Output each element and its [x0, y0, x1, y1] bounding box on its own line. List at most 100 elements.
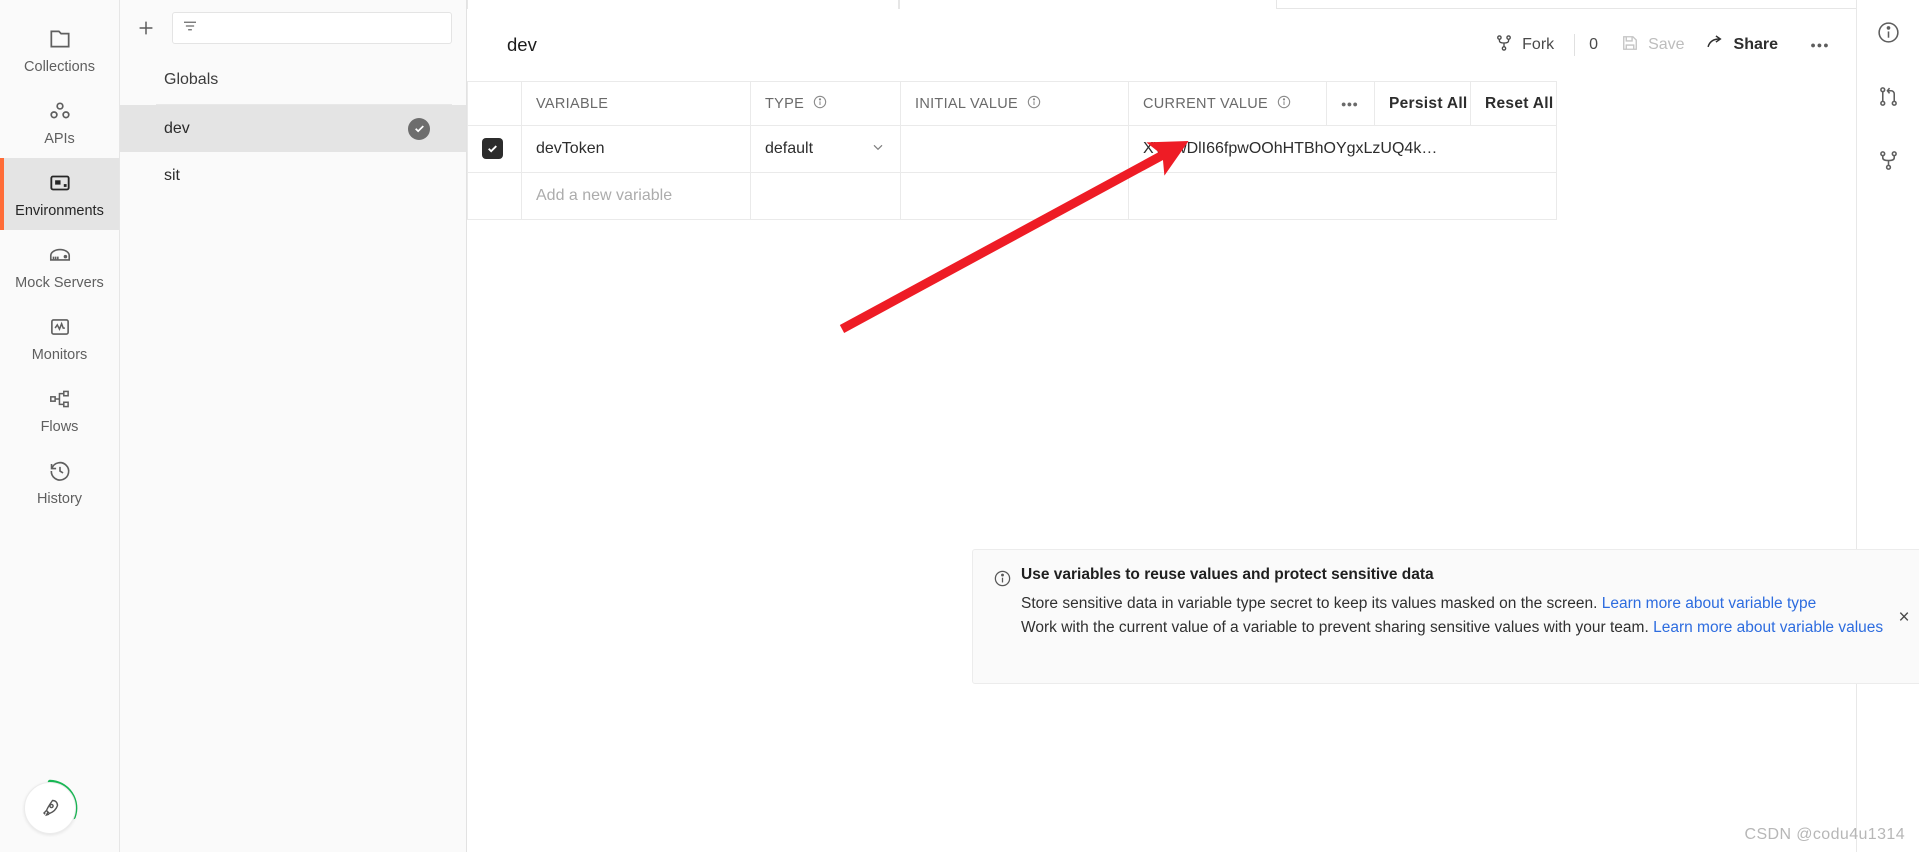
info-banner-line-1-text: Store sensitive data in variable type se… [1021, 595, 1602, 612]
tab-strip [467, 0, 1856, 9]
flows-icon [47, 386, 73, 412]
tab-ghost[interactable] [899, 0, 1277, 9]
active-environment-check-icon[interactable] [408, 117, 430, 140]
info-banner-line-2-text: Work with the current value of a variabl… [1021, 618, 1654, 636]
info-banner-line-2: Work with the current value of a variabl… [1021, 616, 1889, 640]
share-icon [1705, 32, 1726, 58]
col-header-variable: VARIABLE [521, 81, 751, 126]
page-title: dev [507, 34, 537, 55]
sidebar-item-label: History [36, 490, 83, 507]
reset-all-button[interactable]: Reset All [1470, 81, 1557, 126]
header-more-button[interactable]: ●●● [1802, 30, 1838, 60]
row-enabled-cell [467, 125, 522, 173]
collections-icon [47, 26, 73, 52]
sidebar-item-environments[interactable]: Environments [0, 158, 119, 230]
new-environment-button[interactable] [130, 12, 162, 44]
sidebar-item-mock-servers[interactable]: Mock Servers [0, 230, 119, 302]
sidebar-item-history[interactable]: History [0, 446, 119, 518]
col-header-initial-value: INITIAL VALUE [900, 81, 1129, 126]
col-label: CURRENT VALUE [1143, 95, 1269, 112]
main-panel: dev Fork 0 Save Share ●●● VARIABLE TYPE … [467, 0, 1919, 852]
fork-button[interactable]: Fork [1484, 27, 1564, 64]
fork-icon [1494, 33, 1514, 58]
info-icon[interactable] [812, 94, 828, 114]
info-banner-line-1: Store sensitive data in variable type se… [1021, 592, 1889, 616]
new-row-current-value-cell[interactable] [1128, 172, 1557, 220]
environment-header: dev Fork 0 Save Share ●●● [467, 9, 1856, 81]
forks-button[interactable] [1869, 144, 1907, 182]
col-label: TYPE [765, 95, 805, 112]
initial-value-cell[interactable] [900, 125, 1129, 173]
left-activity-rail: Collections APIs Environments Mock Serve… [0, 0, 120, 852]
save-button[interactable]: Save [1610, 27, 1694, 64]
sidebar-item-collections[interactable]: Collections [0, 14, 119, 86]
mock-servers-icon [47, 242, 73, 268]
col-label: VARIABLE [536, 95, 609, 112]
history-icon [47, 458, 73, 484]
col-label: INITIAL VALUE [915, 95, 1019, 112]
list-toolbar [120, 0, 466, 56]
row-checkbox[interactable] [482, 138, 503, 159]
info-circle-icon [993, 566, 1017, 669]
rocket-icon [24, 782, 76, 834]
current-value-cell[interactable]: XVBwDlI66fpwOOhHTBhOYgxLzUQ4k… [1128, 125, 1557, 173]
fork-icon [1876, 148, 1901, 178]
close-icon[interactable]: × [1889, 566, 1919, 669]
filter-input[interactable] [172, 12, 452, 44]
info-icon[interactable] [1276, 94, 1292, 114]
new-row-type-cell[interactable] [750, 172, 901, 220]
pull-request-icon [1876, 84, 1901, 114]
sidebar-item-label: Environments [15, 202, 104, 219]
new-row-initial-value-cell[interactable] [900, 172, 1129, 220]
tab-ghost[interactable] [467, 0, 899, 9]
environment-label: dev [164, 119, 190, 137]
right-context-rail [1857, 0, 1919, 852]
environment-item-sit[interactable]: sit [120, 152, 466, 199]
sidebar-item-label: APIs [44, 130, 75, 147]
fork-count: 0 [1589, 36, 1599, 53]
environment-label: sit [164, 166, 180, 184]
sidebar-item-apis[interactable]: APIs [0, 86, 119, 158]
sidebar-item-flows[interactable]: Flows [0, 374, 119, 446]
info-banner: Use variables to reuse values and protec… [972, 549, 1919, 684]
pull-requests-button[interactable] [1869, 80, 1907, 118]
info-icon[interactable] [1026, 94, 1042, 114]
table-row-new: Add a new variable [467, 172, 1557, 220]
table-row: devToken default XVBwDlI66fpwOOhHTBhOYgx… [467, 125, 1557, 173]
documentation-button[interactable] [1869, 16, 1907, 54]
share-button[interactable]: Share [1695, 26, 1788, 64]
variables-table: VARIABLE TYPE INITIAL VALUE CURRENT VALU… [467, 81, 1557, 220]
sidebar-item-label: Collections [24, 58, 95, 75]
variable-name-cell[interactable]: devToken [521, 125, 751, 173]
fork-label: Fork [1522, 36, 1555, 53]
share-label: Share [1733, 36, 1778, 53]
environment-item-dev[interactable]: dev [120, 105, 466, 152]
sidebar-item-label: Monitors [31, 346, 88, 363]
col-header-type: TYPE [750, 81, 901, 126]
save-label: Save [1648, 36, 1685, 53]
environments-icon [47, 170, 73, 196]
sidebar-item-label: Mock Servers [15, 274, 104, 291]
save-icon [1620, 33, 1640, 58]
variable-values-link[interactable]: Learn more about variable values [1653, 619, 1883, 636]
info-banner-title: Use variables to reuse values and protec… [1021, 566, 1434, 583]
variables-table-wrap: VARIABLE TYPE INITIAL VALUE CURRENT VALU… [467, 81, 1856, 220]
col-header-current-value: CURRENT VALUE [1128, 81, 1327, 126]
new-row-checkbox-cell [467, 172, 522, 220]
postman-environment-screen: Collections APIs Environments Mock Serve… [0, 0, 1919, 852]
table-header-row: VARIABLE TYPE INITIAL VALUE CURRENT VALU… [467, 81, 1557, 126]
rocket-launch-button[interactable] [24, 779, 78, 834]
variable-type-link[interactable]: Learn more about variable type [1602, 595, 1817, 612]
globals-item[interactable]: Globals [120, 56, 466, 104]
environments-list-pane: Globals dev sit [120, 0, 467, 852]
sidebar-item-monitors[interactable]: Monitors [0, 302, 119, 374]
new-variable-input[interactable]: Add a new variable [521, 172, 751, 220]
chevron-down-icon[interactable] [870, 139, 886, 160]
variable-type-cell[interactable]: default [750, 125, 901, 173]
table-more-button[interactable]: ●●● [1326, 81, 1375, 126]
info-circle-icon [1876, 20, 1901, 50]
persist-all-button[interactable]: Persist All [1374, 81, 1471, 126]
watermark: CSDN @codu4u1314 [1744, 826, 1905, 843]
select-all-header [467, 81, 522, 126]
variable-type-value: default [765, 140, 814, 157]
